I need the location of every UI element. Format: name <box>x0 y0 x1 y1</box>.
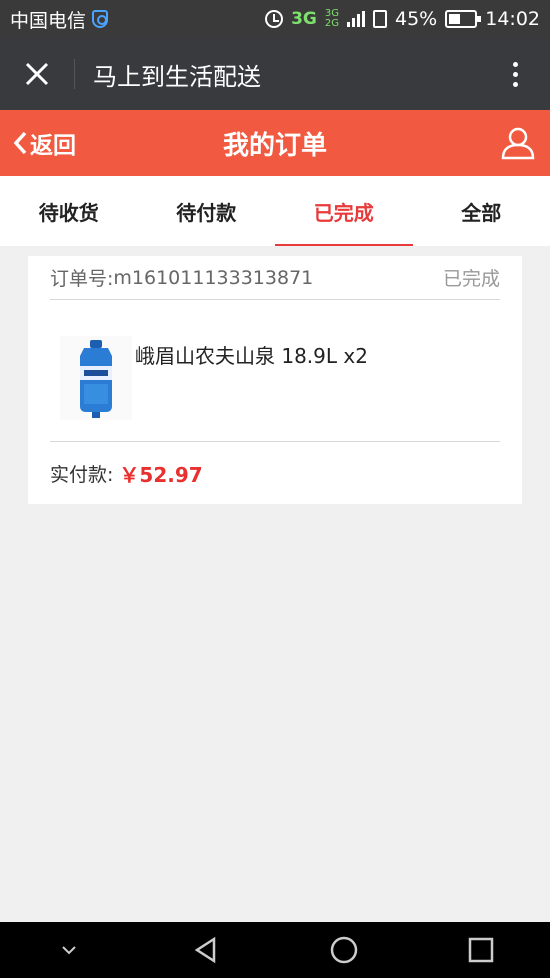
title-divider <box>74 59 75 89</box>
back-nav-button[interactable] <box>171 922 241 978</box>
carrier-name: 中国电信 <box>10 9 87 32</box>
clock: 14:02 <box>485 8 540 30</box>
status-right: 3G 3G 2G 45% 14:02 <box>265 8 540 30</box>
tab-completed[interactable]: 已完成 <box>275 176 413 246</box>
product-name: 峨眉山农夫山泉 18.9L x2 <box>135 344 368 368</box>
network-type: 3G <box>291 9 317 29</box>
product-row[interactable]: 峨眉山农夫山泉 18.9L x2 <box>50 300 500 442</box>
payment-row: 实付款: ￥52.97 <box>50 442 500 504</box>
product-image <box>60 336 132 420</box>
order-tabs: 待收货 待付款 已完成 全部 <box>0 176 550 246</box>
back-label: 返回 <box>30 133 76 159</box>
tab-all[interactable]: 全部 <box>413 176 550 246</box>
hide-keyboard-button[interactable] <box>34 922 104 978</box>
shield-icon <box>92 10 109 28</box>
user-profile-button[interactable] <box>486 110 550 176</box>
more-dot-icon <box>512 81 518 87</box>
more-dot-icon <box>512 61 518 67</box>
page-header: 返回 我的订单 <box>0 110 550 176</box>
battery-percent: 45% <box>395 8 438 30</box>
back-button[interactable]: 返回 <box>0 126 120 160</box>
order-status: 已完成 <box>442 268 500 290</box>
paid-label: 实付款: <box>50 463 114 486</box>
alarm-icon <box>265 10 284 28</box>
system-nav-bar <box>0 922 550 978</box>
carrier-group: 中国电信 <box>10 6 109 33</box>
close-icon <box>25 62 49 86</box>
user-icon <box>501 127 535 160</box>
chevron-left-icon <box>13 131 27 155</box>
back-triangle-icon <box>194 936 216 964</box>
app-title-bar: 马上到生活配送 <box>0 38 550 110</box>
app-title: 马上到生活配送 <box>93 62 261 91</box>
tab-to-pay[interactable]: 待付款 <box>138 176 276 246</box>
recents-nav-button[interactable] <box>446 922 516 978</box>
battery-icon <box>445 10 482 28</box>
order-card[interactable]: 订单号: m161011133313871 已完成 峨眉山农夫山泉 18.9L … <box>28 256 522 504</box>
more-menu-button[interactable] <box>480 38 550 110</box>
water-bottle-icon <box>80 340 112 418</box>
paid-amount: ￥52.97 <box>119 462 203 487</box>
tab-to-receive[interactable]: 待收货 <box>0 176 138 246</box>
network-small-bottom: 2G <box>324 18 339 29</box>
more-dot-icon <box>512 71 518 77</box>
home-circle-icon <box>330 936 357 964</box>
signal-icon <box>347 11 365 27</box>
sim-icon <box>373 10 387 28</box>
status-bar: 中国电信 3G 3G 2G 45% 14:02 <box>0 0 550 38</box>
order-number: m161011133313871 <box>113 266 314 289</box>
network-small: 3G 2G <box>325 9 339 29</box>
order-header-row: 订单号: m161011133313871 已完成 <box>50 256 500 300</box>
order-number-label: 订单号: <box>50 268 114 290</box>
chevron-down-icon <box>62 946 76 955</box>
close-button[interactable] <box>0 38 74 110</box>
recents-square-icon <box>469 937 494 963</box>
home-nav-button[interactable] <box>309 922 379 978</box>
